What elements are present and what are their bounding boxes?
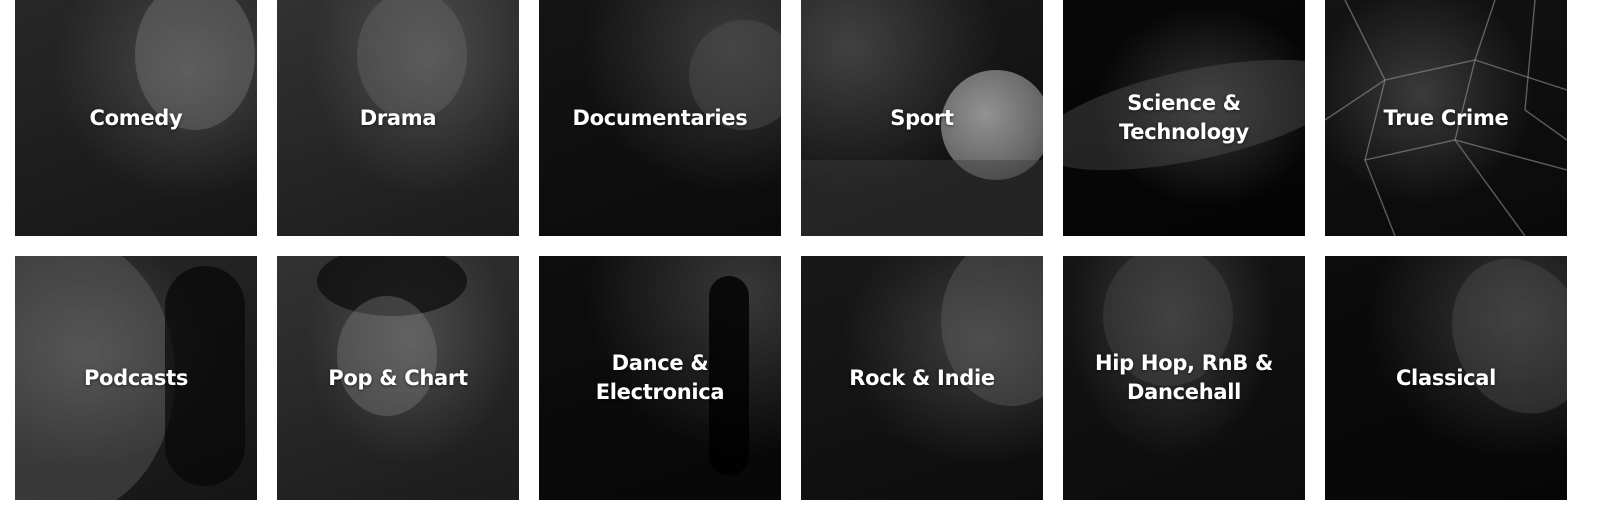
category-tile-podcasts[interactable]: Podcasts xyxy=(15,256,257,500)
category-tile-dance-electronica[interactable]: Dance & Electronica xyxy=(539,256,781,500)
category-tile-documentaries[interactable]: Documentaries xyxy=(539,0,781,236)
category-tile-pop-chart[interactable]: Pop & Chart xyxy=(277,256,519,500)
category-label: Hip Hop, RnB & Dancehall xyxy=(1095,351,1273,404)
category-label: Drama xyxy=(359,105,437,130)
category-label: Documentaries xyxy=(572,105,748,130)
category-grid: Comedy Drama Documentaries Sport Science… xyxy=(15,0,1579,500)
category-label: Comedy xyxy=(89,105,183,130)
category-label: Pop & Chart xyxy=(328,365,468,390)
category-label: Classical xyxy=(1395,365,1497,390)
category-label: Rock & Indie xyxy=(849,365,995,390)
category-tile-hip-hop-rnb-dancehall[interactable]: Hip Hop, RnB & Dancehall xyxy=(1063,256,1305,500)
category-tile-science-technology[interactable]: Science & Technology xyxy=(1063,0,1305,236)
category-label: Podcasts xyxy=(83,365,189,390)
category-tile-drama[interactable]: Drama xyxy=(277,0,519,236)
category-tile-sport[interactable]: Sport xyxy=(801,0,1043,236)
category-tile-comedy[interactable]: Comedy xyxy=(15,0,257,236)
category-label: Dance & Electronica xyxy=(595,351,725,404)
category-tile-classical[interactable]: Classical xyxy=(1325,256,1567,500)
category-label: Science & Technology xyxy=(1119,91,1249,144)
category-label: Sport xyxy=(890,105,954,130)
category-tile-rock-indie[interactable]: Rock & Indie xyxy=(801,256,1043,500)
category-tile-true-crime[interactable]: True Crime xyxy=(1325,0,1567,236)
category-label: True Crime xyxy=(1383,105,1509,130)
